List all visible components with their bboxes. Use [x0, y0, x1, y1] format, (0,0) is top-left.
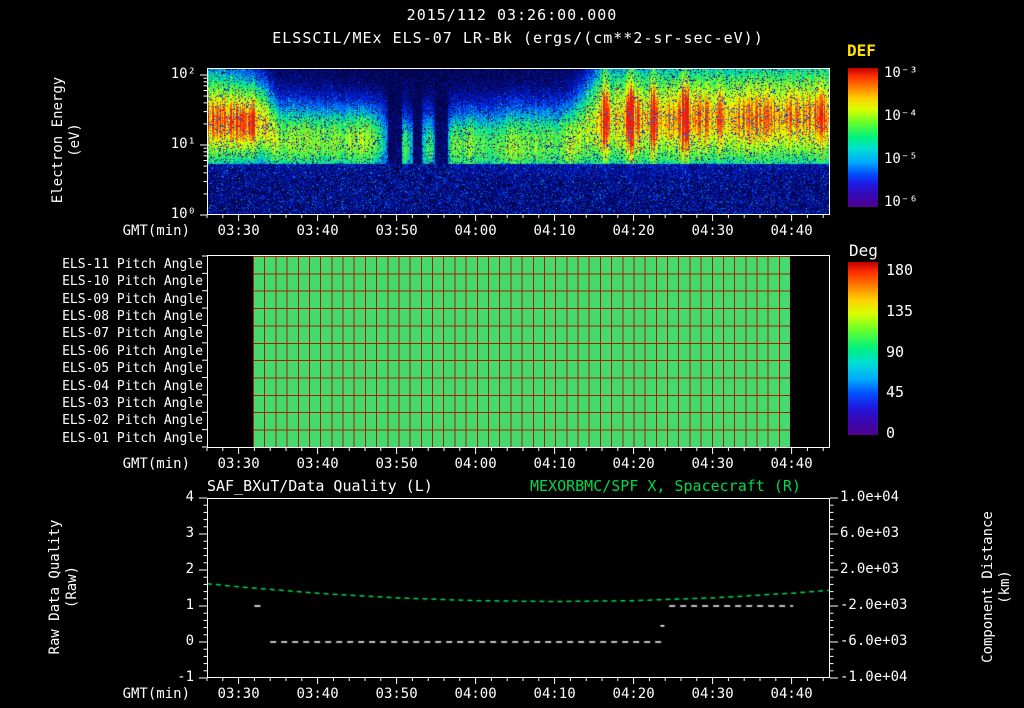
x-tick-label: 03:30 [217, 223, 260, 239]
pitch-row-label: ELS-01 Pitch Angle [62, 430, 203, 446]
timeseries-right-tick-label: -6.0e+03 [840, 633, 908, 649]
deg-colorbar-tick-label: 180 [886, 261, 914, 279]
spectrogram-y-axis-label-line1: Electron Energy [50, 76, 66, 204]
pitch-angle-plot-area [207, 255, 830, 448]
timeseries-left-tick-label: 1 [185, 597, 194, 613]
def-colorbar-title: DEF [847, 41, 876, 60]
pitch-row-label: ELS-09 Pitch Angle [62, 291, 203, 307]
x-tick-label: 04:00 [454, 223, 497, 239]
x-tick-label: 04:10 [533, 686, 576, 702]
x-tick-label: 04:10 [533, 223, 576, 239]
timeseries-right-axis-label-line1: Component Distance [980, 511, 996, 663]
spectrogram-y-tick-label: 10⁰ [170, 206, 196, 222]
x-tick-label: 03:30 [217, 686, 260, 702]
timeseries-right-axis-label-line2: (km) [997, 570, 1013, 604]
deg-colorbar-tick-label: 0 [886, 424, 896, 442]
x-tick-label: 03:50 [375, 456, 418, 472]
x-tick-label: 04:20 [612, 223, 655, 239]
timeseries-title-left: SAF_BXuT/Data Quality (L) [207, 477, 433, 495]
pitch-row-label: ELS-04 Pitch Angle [62, 378, 203, 394]
timeseries-right-tick-label: 6.0e+03 [840, 525, 900, 541]
timeseries-right-tick-label: -2.0e+03 [840, 597, 908, 613]
def-colorbar-tick-label: 10⁻⁶ [884, 194, 918, 210]
science-plot-page: 2015/112 03:26:00.000 ELSSCIL/MEx ELS-07… [0, 0, 1024, 708]
page-title: 2015/112 03:26:00.000 [406, 6, 618, 24]
deg-colorbar-title: Deg [849, 241, 878, 260]
spectrogram-y-tick-label: 10¹ [170, 136, 196, 152]
x-tick-label: 04:20 [612, 456, 655, 472]
timeseries-right-tick-label: -1.0e+04 [840, 669, 908, 685]
x-tick-label: 03:50 [375, 223, 418, 239]
x-tick-label: 03:40 [296, 456, 339, 472]
deg-colorbar-tick-label: 45 [886, 383, 905, 402]
x-tick-label: 04:40 [770, 223, 813, 239]
x-tick-label: 04:40 [770, 686, 813, 702]
spectrogram-canvas [208, 69, 829, 214]
deg-colorbar-tick-label: 90 [886, 342, 905, 361]
deg-colorbar-tick-label: 135 [886, 301, 914, 320]
pitch-angle-x-axis-label: GMT(min) [122, 456, 190, 472]
spectrogram-x-axis-label: GMT(min) [122, 223, 190, 239]
deg-colorbar [848, 262, 878, 435]
def-colorbar-tick-label: 10⁻⁵ [884, 151, 918, 167]
def-colorbar [848, 68, 878, 207]
x-tick-label: 04:00 [454, 686, 497, 702]
x-tick-label: 04:30 [691, 456, 734, 472]
pitch-row-label: ELS-03 Pitch Angle [62, 395, 203, 411]
timeseries-right-tick-label: 1.0e+04 [840, 489, 900, 505]
def-colorbar-tick-label: 10⁻⁴ [884, 108, 918, 124]
timeseries-right-tick-label: 2.0e+03 [840, 561, 900, 577]
pitch-row-label: ELS-02 Pitch Angle [62, 413, 203, 429]
x-tick-label: 03:50 [375, 686, 418, 702]
spectrogram-y-tick-label: 10² [170, 66, 196, 82]
timeseries-left-axis-label-line2: (Raw) [64, 565, 80, 609]
x-tick-label: 04:30 [691, 686, 734, 702]
timeseries-canvas [208, 499, 829, 677]
x-tick-label: 04:20 [612, 686, 655, 702]
timeseries-left-tick-label: 2 [185, 561, 194, 577]
spectrogram-plot-area [207, 68, 830, 215]
pitch-row-label: ELS-11 Pitch Angle [62, 257, 203, 272]
timeseries-left-axis-label: Raw Data Quality (Raw) [47, 487, 81, 687]
x-tick-label: 04:10 [533, 456, 576, 472]
timeseries-title-right: MEXORBMC/SPF X, Spacecraft (R) [530, 477, 801, 495]
timeseries-plot-area [207, 498, 830, 678]
spectrogram-y-axis-label-line2: (eV) [67, 123, 83, 157]
pitch-angle-data-block [253, 256, 790, 447]
pitch-row-label: ELS-06 Pitch Angle [62, 343, 203, 359]
x-tick-label: 04:00 [454, 456, 497, 472]
pitch-row-label: ELS-10 Pitch Angle [62, 274, 203, 290]
x-tick-label: 04:30 [691, 223, 734, 239]
x-tick-label: 03:40 [296, 686, 339, 702]
pitch-row-label: ELS-08 Pitch Angle [62, 309, 203, 325]
timeseries-left-tick-label: 0 [185, 633, 194, 649]
spectrogram-y-axis-label: Electron Energy (eV) [50, 40, 84, 240]
def-colorbar-tick-label: 10⁻³ [884, 65, 918, 81]
timeseries-left-tick-label: 3 [185, 525, 194, 541]
x-tick-label: 03:40 [296, 223, 339, 239]
x-tick-label: 04:40 [770, 456, 813, 472]
timeseries-left-tick-label: -1 [177, 669, 194, 685]
timeseries-right-axis-label: Component Distance (km) [980, 487, 1014, 687]
timeseries-x-axis-label: GMT(min) [122, 686, 190, 702]
pitch-row-label: ELS-05 Pitch Angle [62, 361, 203, 377]
pitch-row-label: ELS-07 Pitch Angle [62, 326, 203, 342]
timeseries-left-tick-label: 4 [185, 489, 194, 505]
timeseries-left-axis-label-line1: Raw Data Quality [47, 519, 63, 655]
x-tick-label: 03:30 [217, 456, 260, 472]
